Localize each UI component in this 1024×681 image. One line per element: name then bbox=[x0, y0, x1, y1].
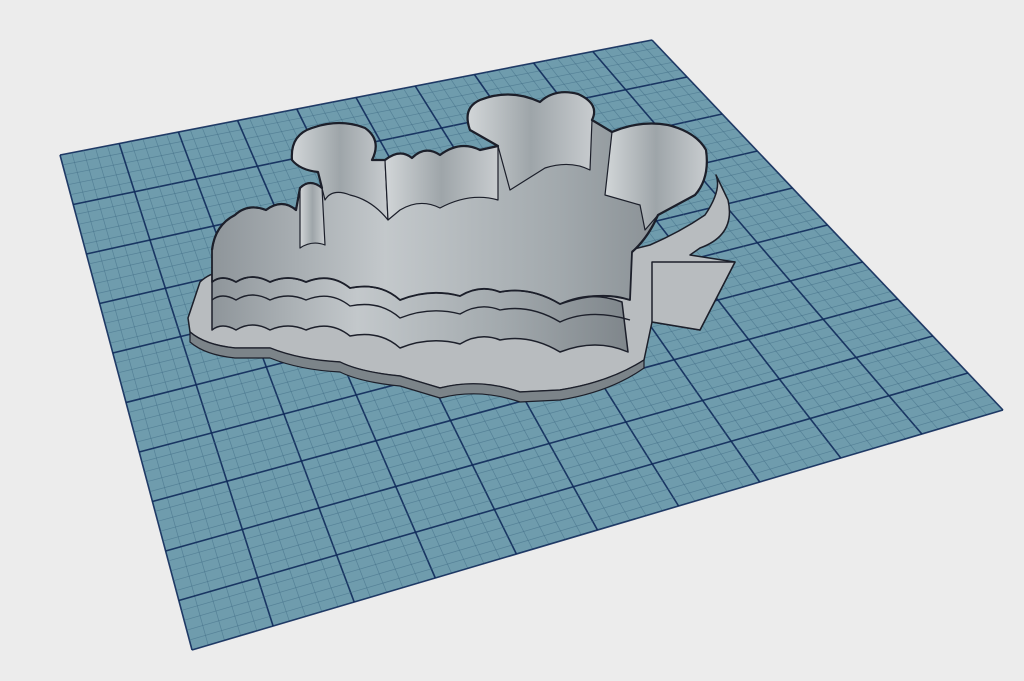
3d-viewport[interactable] bbox=[0, 0, 1024, 681]
viewport-canvas[interactable] bbox=[0, 0, 1024, 681]
cutter-inner-wall-left bbox=[299, 182, 326, 249]
